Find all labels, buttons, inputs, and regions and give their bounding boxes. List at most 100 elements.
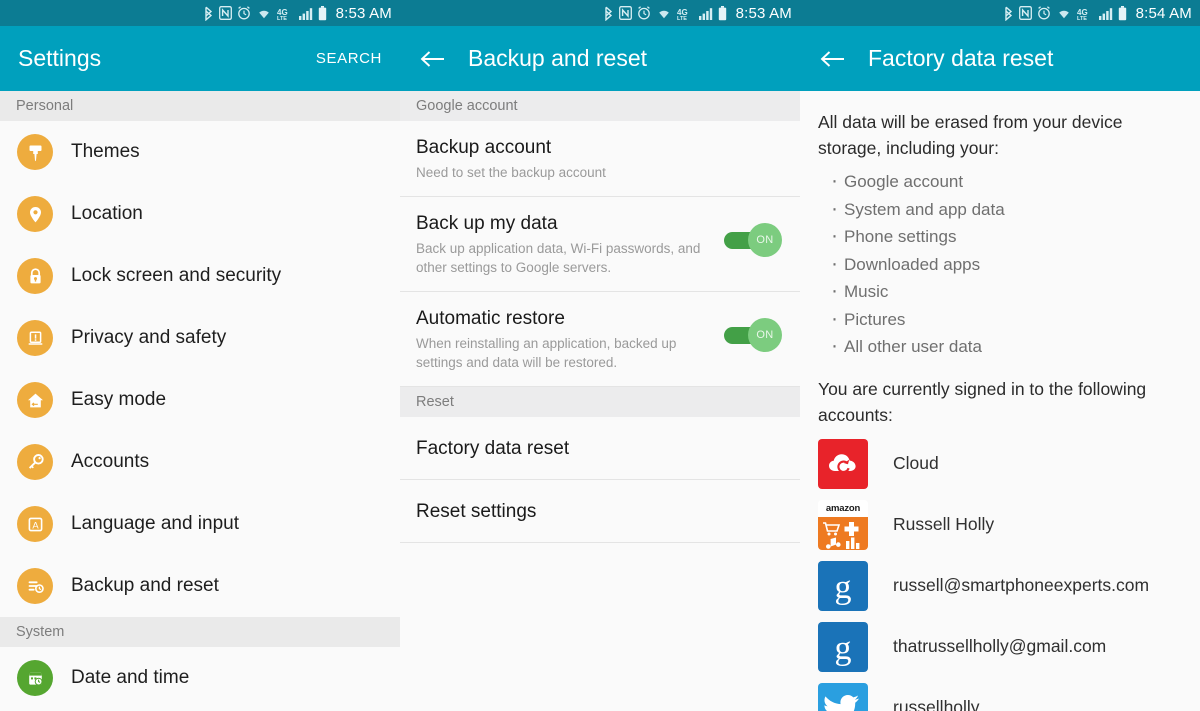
sidebar-item-label: Backup and reset bbox=[71, 575, 219, 596]
section-header-reset: Reset bbox=[400, 387, 800, 417]
home-easy-mode-icon bbox=[17, 382, 53, 418]
amazon-wordmark: amazon bbox=[818, 499, 868, 517]
account-row-cloud: Cloud bbox=[818, 438, 1178, 489]
nfc-icon bbox=[218, 6, 232, 20]
battery-icon bbox=[718, 5, 727, 21]
account-row-amazon: amazon Russell Holly bbox=[818, 499, 1178, 550]
paintbrush-icon bbox=[17, 134, 53, 170]
list-item-back-up-my-data[interactable]: Back up my data Back up application data… bbox=[400, 197, 800, 292]
list-item-title: Reset settings bbox=[416, 500, 537, 522]
alarm-icon bbox=[1037, 6, 1051, 20]
list-item: Music bbox=[818, 277, 1178, 306]
list-item-automatic-restore[interactable]: Automatic restore When reinstalling an a… bbox=[400, 292, 800, 387]
signal-icon bbox=[298, 7, 313, 20]
account-name: russellholly bbox=[893, 697, 980, 711]
status-bar-left: 4G LTE 8:53 AM bbox=[0, 0, 400, 26]
sidebar-item-backup-and-reset[interactable]: Backup and reset bbox=[0, 555, 400, 617]
signal-icon bbox=[698, 7, 713, 20]
backup-and-reset-panel: 4G LTE 8:53 AM Backup and reset Google ac… bbox=[400, 0, 800, 711]
signal-icon bbox=[1098, 7, 1113, 20]
lock-icon bbox=[17, 258, 53, 294]
sidebar-item-date-and-time[interactable]: Date and time bbox=[0, 647, 400, 709]
three-panel-screenshot: 4G LTE 8:53 AM Settings SEARCH Personal T… bbox=[0, 0, 1200, 711]
section-header-system: System bbox=[0, 617, 400, 647]
twitter-icon bbox=[818, 682, 868, 711]
toggle-thumb: ON bbox=[748, 318, 782, 352]
list-item-backup-account[interactable]: Backup account Need to set the backup ac… bbox=[400, 121, 800, 197]
list-item-subtitle: Need to set the backup account bbox=[416, 165, 606, 180]
list-item: Pictures bbox=[818, 305, 1178, 334]
sidebar-item-language-and-input[interactable]: A Language and input bbox=[0, 493, 400, 555]
settings-panel: 4G LTE 8:53 AM Settings SEARCH Personal T… bbox=[0, 0, 400, 711]
back-arrow-icon[interactable] bbox=[418, 44, 448, 74]
letter-a-icon: A bbox=[17, 506, 53, 542]
settings-appbar: Settings SEARCH bbox=[0, 26, 400, 91]
list-item-subtitle: When reinstalling an application, backed… bbox=[416, 336, 677, 370]
status-clock: 8:53 AM bbox=[735, 4, 792, 22]
list-item-title: Backup account bbox=[416, 137, 552, 158]
account-name: Russell Holly bbox=[893, 514, 995, 534]
list-item-subtitle: Back up application data, Wi-Fi password… bbox=[416, 241, 701, 275]
sidebar-item-lock-screen-and-security[interactable]: Lock screen and security bbox=[0, 245, 400, 307]
wifi-icon bbox=[656, 7, 672, 20]
calendar-clock-icon bbox=[17, 660, 53, 696]
page-title: Backup and reset bbox=[468, 45, 648, 71]
account-row-twitter: russellholly bbox=[818, 682, 1178, 711]
battery-icon bbox=[318, 5, 327, 21]
list-item: Downloaded apps bbox=[818, 250, 1178, 279]
sidebar-item-label: Accounts bbox=[71, 451, 150, 472]
bluetooth-icon bbox=[603, 6, 614, 21]
status-bar-right: 4G LTE 8:54 AM bbox=[800, 0, 1200, 26]
backup-appbar: Backup and reset bbox=[400, 26, 800, 91]
sidebar-item-label: Date and time bbox=[71, 667, 190, 688]
sidebar-item-label: Lock screen and security bbox=[71, 265, 282, 286]
page-title: Settings bbox=[18, 45, 102, 71]
list-item-reset-settings[interactable]: Reset settings bbox=[400, 480, 800, 543]
list-item: All other user data bbox=[818, 332, 1178, 361]
sidebar-item-themes[interactable]: Themes bbox=[0, 121, 400, 183]
list-item-title: Automatic restore bbox=[416, 308, 565, 329]
factory-reset-body: All data will be erased from your device… bbox=[800, 91, 1200, 711]
4g-lte-icon: 4G LTE bbox=[677, 7, 694, 20]
list-item: System and app data bbox=[818, 195, 1178, 224]
list-item-title: Back up my data bbox=[416, 213, 558, 234]
nfc-icon bbox=[618, 6, 632, 20]
account-name: thatrussellholly@gmail.com bbox=[893, 636, 1107, 656]
factory-data-reset-panel: 4G LTE 8:54 AM Factory data reset All dat… bbox=[800, 0, 1200, 711]
back-arrow-icon[interactable] bbox=[818, 44, 848, 74]
nfc-icon bbox=[1018, 6, 1032, 20]
samsung-cloud-icon bbox=[818, 438, 868, 489]
section-header-google-account: Google account bbox=[400, 91, 800, 121]
sidebar-item-easy-mode[interactable]: Easy mode bbox=[0, 369, 400, 431]
4g-lte-icon: 4G LTE bbox=[277, 7, 294, 20]
wifi-icon bbox=[1056, 7, 1072, 20]
google-icon: g bbox=[818, 560, 868, 611]
toggle-thumb: ON bbox=[748, 223, 782, 257]
page-title: Factory data reset bbox=[868, 45, 1054, 71]
svg-text:g: g bbox=[835, 569, 852, 606]
back-up-my-data-toggle[interactable]: ON bbox=[724, 223, 782, 257]
status-clock: 8:53 AM bbox=[335, 4, 392, 22]
svg-text:g: g bbox=[835, 630, 852, 667]
sidebar-item-location[interactable]: Location bbox=[0, 183, 400, 245]
list-item: Phone settings bbox=[818, 222, 1178, 251]
svg-text:LTE: LTE bbox=[677, 16, 687, 20]
sidebar-item-label: Privacy and safety bbox=[71, 327, 227, 348]
sidebar-item-label: Language and input bbox=[71, 513, 239, 534]
list-item-factory-data-reset[interactable]: Factory data reset bbox=[400, 417, 800, 480]
search-button[interactable]: SEARCH bbox=[316, 50, 382, 67]
automatic-restore-toggle[interactable]: ON bbox=[724, 318, 782, 352]
bluetooth-icon bbox=[203, 6, 214, 21]
account-row-google-1: g russell@smartphoneexperts.com bbox=[818, 560, 1178, 611]
sidebar-item-accounts[interactable]: Accounts bbox=[0, 431, 400, 493]
erase-items-list: Google account System and app data Phone… bbox=[818, 167, 1178, 361]
location-pin-icon bbox=[17, 196, 53, 232]
status-clock: 8:54 AM bbox=[1135, 4, 1192, 22]
privacy-warning-icon bbox=[17, 320, 53, 356]
sidebar-item-privacy-and-safety[interactable]: Privacy and safety bbox=[0, 307, 400, 369]
accounts-lead-text: You are currently signed in to the follo… bbox=[818, 378, 1147, 425]
sidebar-item-label: Location bbox=[71, 203, 143, 224]
svg-text:LTE: LTE bbox=[1077, 16, 1087, 20]
account-name: russell@smartphoneexperts.com bbox=[893, 575, 1150, 595]
alarm-icon bbox=[237, 6, 251, 20]
